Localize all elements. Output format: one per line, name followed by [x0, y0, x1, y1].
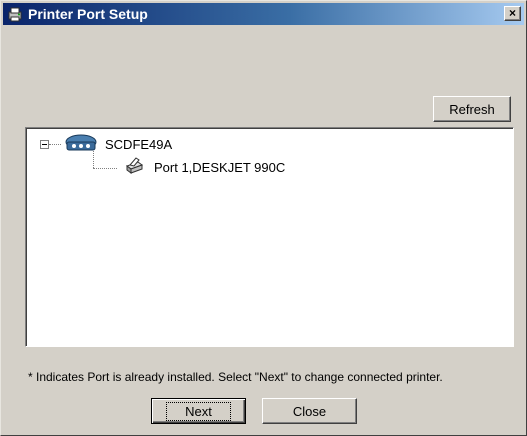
installed-port-note: * Indicates Port is already installed. S… [28, 370, 443, 384]
close-icon: × [508, 6, 516, 20]
port-label: Port 1,DESKJET 990C [154, 160, 286, 175]
collapse-toggle[interactable] [40, 140, 49, 149]
tree-connector-horizontal [93, 168, 117, 169]
printer-port-setup-dialog: Printer Port Setup × Refresh SCDFE49A Po… [0, 0, 527, 436]
close-window-button[interactable]: × [504, 6, 521, 21]
window-title: Printer Port Setup [28, 6, 148, 22]
tree-node-print-server[interactable]: SCDFE49A [40, 133, 172, 156]
print-server-label: SCDFE49A [105, 137, 173, 152]
printer-icon [124, 157, 144, 178]
refresh-button[interactable]: Refresh [433, 96, 511, 122]
port-tree-view[interactable]: SCDFE49A Port 1,DESKJET 990C [25, 127, 514, 347]
next-button-label: Next [166, 401, 231, 421]
tree-node-port[interactable]: Port 1,DESKJET 990C [124, 157, 285, 178]
printer-setup-icon [6, 5, 24, 23]
tree-connector [49, 144, 61, 145]
next-button[interactable]: Next [151, 398, 246, 424]
close-button[interactable]: Close [262, 398, 357, 424]
title-bar[interactable]: Printer Port Setup × [3, 3, 524, 25]
print-server-icon [63, 133, 99, 156]
